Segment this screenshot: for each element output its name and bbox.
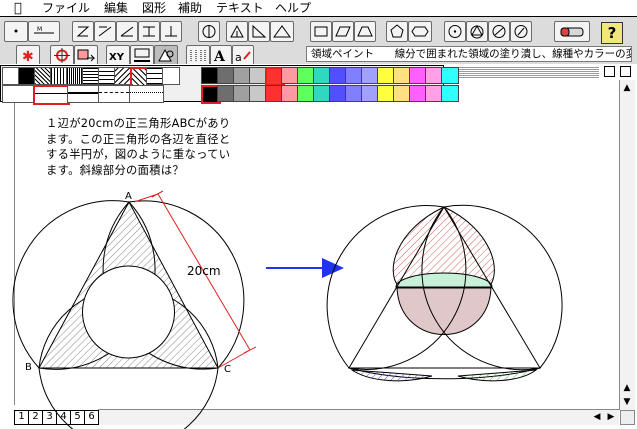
- style-palette: [0, 65, 459, 105]
- line-style-dashed[interactable]: [98, 85, 130, 103]
- shaded-lower-lens: [396, 287, 492, 335]
- line-style-dotted[interactable]: [129, 85, 164, 103]
- pattern-plus[interactable]: [162, 67, 180, 85]
- line-style-none[interactable]: [2, 85, 34, 103]
- line-color-swatch[interactable]: [441, 67, 459, 84]
- fill-color-swatch[interactable]: [441, 85, 459, 102]
- line-style-thin-selected[interactable]: [33, 85, 70, 105]
- blue-hatched-segment: [350, 369, 433, 382]
- green-hatched-segment: [457, 369, 538, 382]
- line-style-thick[interactable]: [67, 85, 99, 103]
